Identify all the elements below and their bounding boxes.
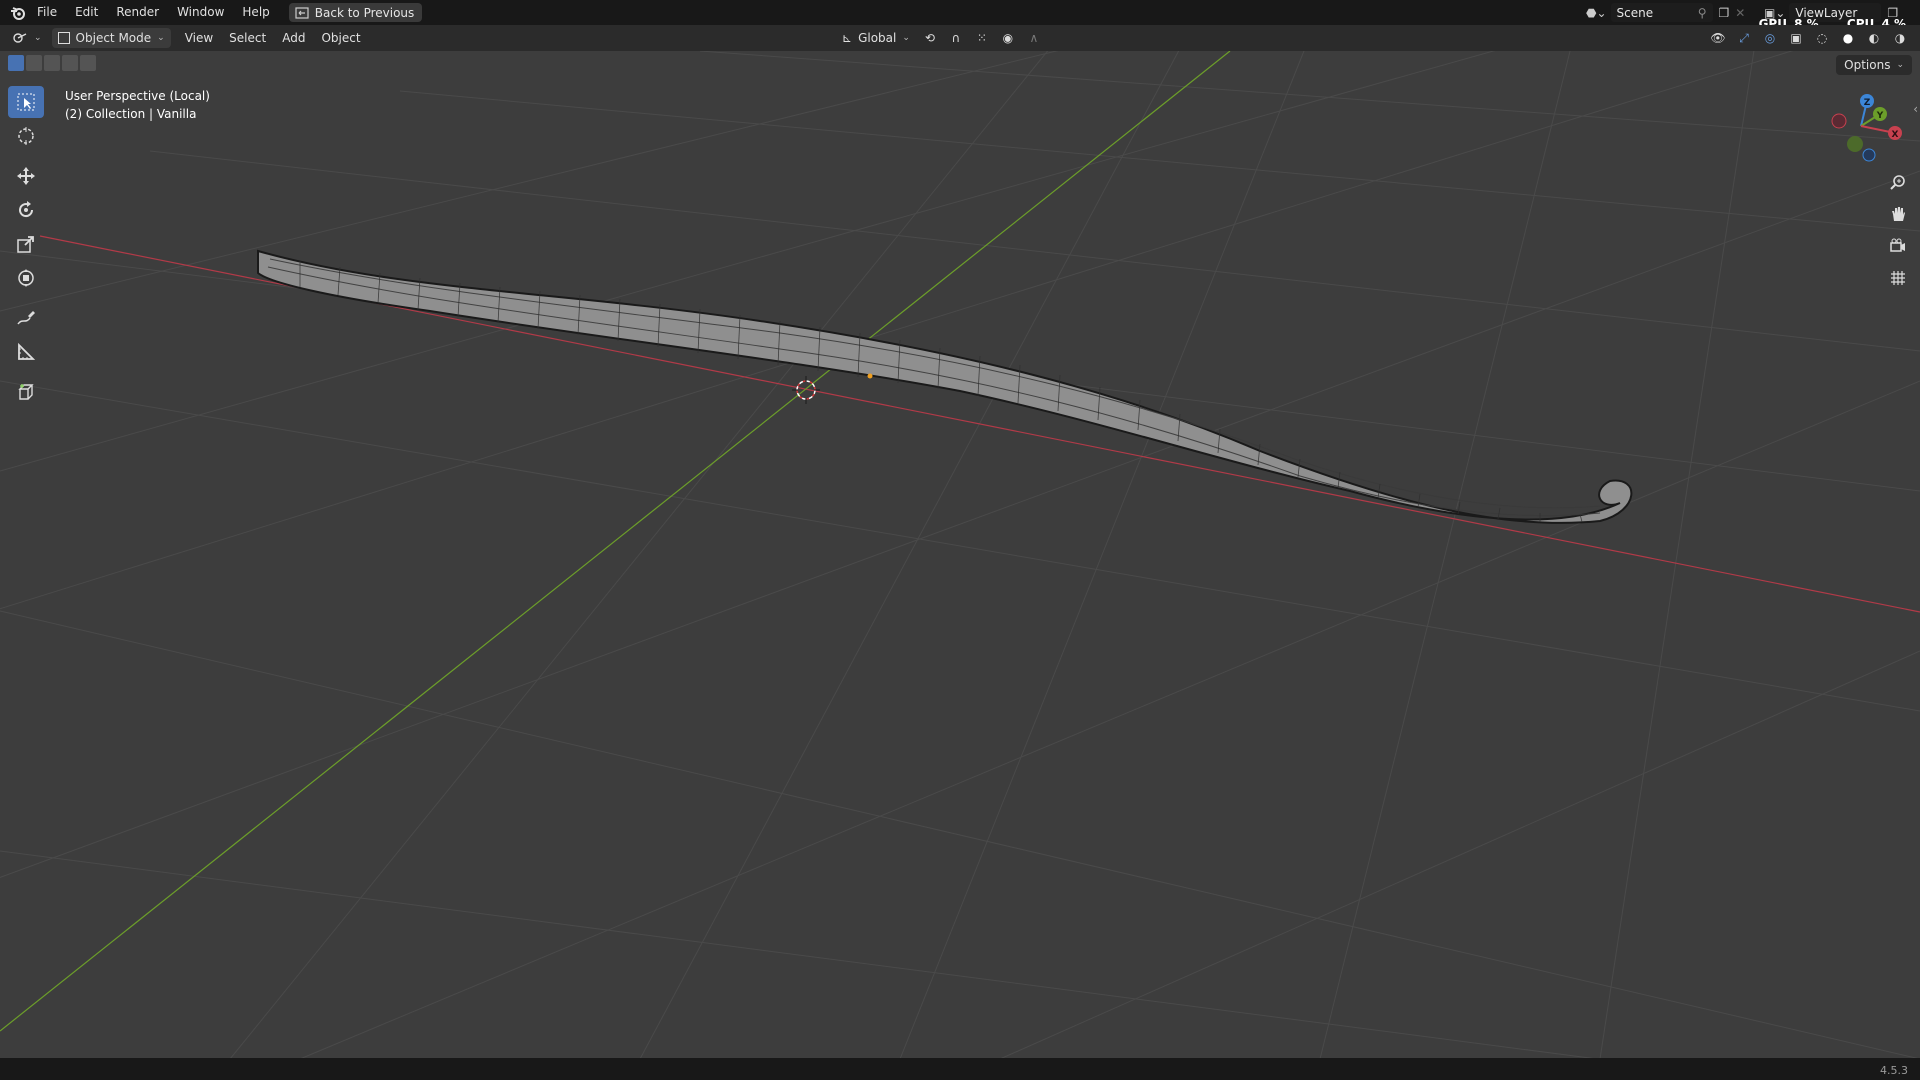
select-intersect-icon[interactable] — [80, 55, 96, 71]
gizmo-z-label: Z — [1864, 98, 1871, 108]
transform-orientation-label: Global — [858, 31, 897, 45]
scale-tool[interactable] — [8, 228, 44, 260]
shading-rendered-icon[interactable]: ◑ — [1890, 28, 1910, 48]
proportional-edit-icon[interactable]: ◉ — [998, 28, 1018, 48]
gizmo-y-label: Y — [1876, 111, 1884, 121]
select-box-tool[interactable] — [8, 86, 44, 118]
cursor-tool[interactable] — [8, 120, 44, 152]
chevron-down-icon: ⌄ — [1896, 60, 1904, 70]
camera-view-icon[interactable] — [1886, 234, 1910, 258]
menu-render[interactable]: Render — [107, 0, 168, 25]
gizmo-x-label: X — [1892, 130, 1899, 140]
scene-icon[interactable]: ⬣⌄ — [1586, 6, 1607, 20]
perspective-label: User Perspective (Local) — [65, 89, 210, 103]
new-scene-icon[interactable]: ❐ — [1719, 6, 1730, 20]
status-bar: 4.5.3 — [0, 1058, 1920, 1080]
zoom-icon[interactable] — [1886, 170, 1910, 194]
shading-material-icon[interactable]: ◐ — [1864, 28, 1884, 48]
menu-add[interactable]: Add — [274, 28, 313, 48]
rotate-icon — [19, 201, 34, 218]
navigation-buttons — [1886, 170, 1910, 290]
back-to-previous-button[interactable]: Back to Previous — [288, 3, 423, 22]
navigation-gizmo[interactable]: Z Y X — [1831, 94, 1902, 162]
3d-viewport[interactable]: Z Y X — [0, 51, 1920, 1059]
viewport-display-tools: 👁 ⤢ ◎ ▣ ◌ ● ◐ ◑ — [1708, 28, 1910, 48]
annotate-tool[interactable] — [8, 302, 44, 334]
mesh-object — [257, 249, 1633, 524]
options-dropdown[interactable]: Options ⌄ — [1836, 55, 1912, 75]
select-extend-icon[interactable] — [26, 55, 42, 71]
orientation-icon: ⊾ — [842, 31, 853, 45]
transform-tools: ⊾ Global ⌄ ⟲ ∩ ⁙ ◉ ∧ — [838, 28, 1044, 48]
options-label: Options — [1844, 58, 1891, 72]
select-subtract-icon[interactable] — [44, 55, 60, 71]
falloff-icon[interactable]: ∧ — [1024, 28, 1044, 48]
editor-type-button[interactable]: ⌄ — [0, 28, 46, 48]
back-to-previous-label: Back to Previous — [314, 5, 415, 20]
menu-help[interactable]: Help — [233, 0, 278, 25]
scale-icon — [17, 236, 34, 253]
3d-cursor — [792, 376, 820, 404]
object-mode-label: Object Mode — [75, 31, 152, 45]
y-axis-line — [0, 51, 1231, 1032]
transform-icon — [18, 269, 34, 287]
menu-select[interactable]: Select — [221, 28, 274, 48]
back-icon — [295, 6, 309, 19]
move-tool[interactable] — [8, 160, 44, 192]
sidebar-toggle-icon[interactable]: ‹ — [1913, 102, 1918, 116]
visibility-icon[interactable]: 👁 — [1708, 28, 1728, 48]
gizmo-toggle-icon[interactable]: ⤢ — [1734, 28, 1754, 48]
chevron-down-icon: ⌄ — [902, 33, 910, 43]
selection-mode-buttons — [8, 55, 96, 71]
menu-file[interactable]: File — [28, 0, 66, 25]
xray-toggle-icon[interactable]: ▣ — [1786, 28, 1806, 48]
pan-hand-icon[interactable] — [1886, 202, 1910, 226]
object-mode-dropdown[interactable]: Object Mode ⌄ — [51, 28, 171, 48]
scene-name-field[interactable]: Scene — [1617, 6, 1654, 20]
snap-toggle-icon[interactable]: ∩ — [946, 28, 966, 48]
rotate-tool[interactable] — [8, 194, 44, 226]
menu-window[interactable]: Window — [168, 0, 233, 25]
pin-icon[interactable]: ⚲ — [1698, 6, 1707, 20]
transform-tool[interactable] — [8, 262, 44, 294]
chevron-down-icon: ⌄ — [34, 33, 42, 43]
select-box-icon — [17, 93, 35, 111]
select-invert-icon[interactable] — [62, 55, 78, 71]
version-label: 4.5.3 — [1880, 1064, 1908, 1077]
measure-tool[interactable] — [8, 336, 44, 368]
cursor-icon — [18, 127, 34, 145]
object-mode-icon — [57, 32, 70, 44]
scene-selector[interactable]: ⬣⌄ Scene ⚲ ❐ ✕ — [1586, 2, 1745, 23]
snap-target-icon[interactable]: ⁙ — [972, 28, 992, 48]
tool-shelf — [8, 86, 46, 410]
menu-edit[interactable]: Edit — [66, 0, 107, 25]
delete-scene-icon[interactable]: ✕ — [1735, 6, 1745, 20]
measure-icon — [18, 342, 36, 360]
shading-wireframe-icon[interactable]: ◌ — [1812, 28, 1832, 48]
transform-orientation-dropdown[interactable]: ⊾ Global ⌄ — [838, 28, 914, 48]
3d-viewport-icon — [13, 33, 27, 43]
menu-object[interactable]: Object — [313, 28, 368, 48]
viewport-info: User Perspective (Local) (2) Collection … — [65, 87, 210, 123]
blender-logo-icon[interactable] — [8, 0, 28, 25]
annotate-icon — [17, 311, 35, 325]
collection-label: (2) Collection | Vanilla — [65, 107, 197, 121]
move-icon — [17, 167, 35, 185]
menu-view[interactable]: View — [177, 28, 221, 48]
shading-solid-icon[interactable]: ● — [1838, 28, 1858, 48]
ortho-grid-icon[interactable] — [1886, 266, 1910, 290]
chevron-down-icon: ⌄ — [157, 33, 165, 43]
pivot-point-icon[interactable]: ⟲ — [920, 28, 940, 48]
overlays-toggle-icon[interactable]: ◎ — [1760, 28, 1780, 48]
add-cube-icon — [18, 384, 34, 400]
select-new-icon[interactable] — [8, 55, 24, 71]
add-cube-tool[interactable] — [8, 376, 44, 408]
